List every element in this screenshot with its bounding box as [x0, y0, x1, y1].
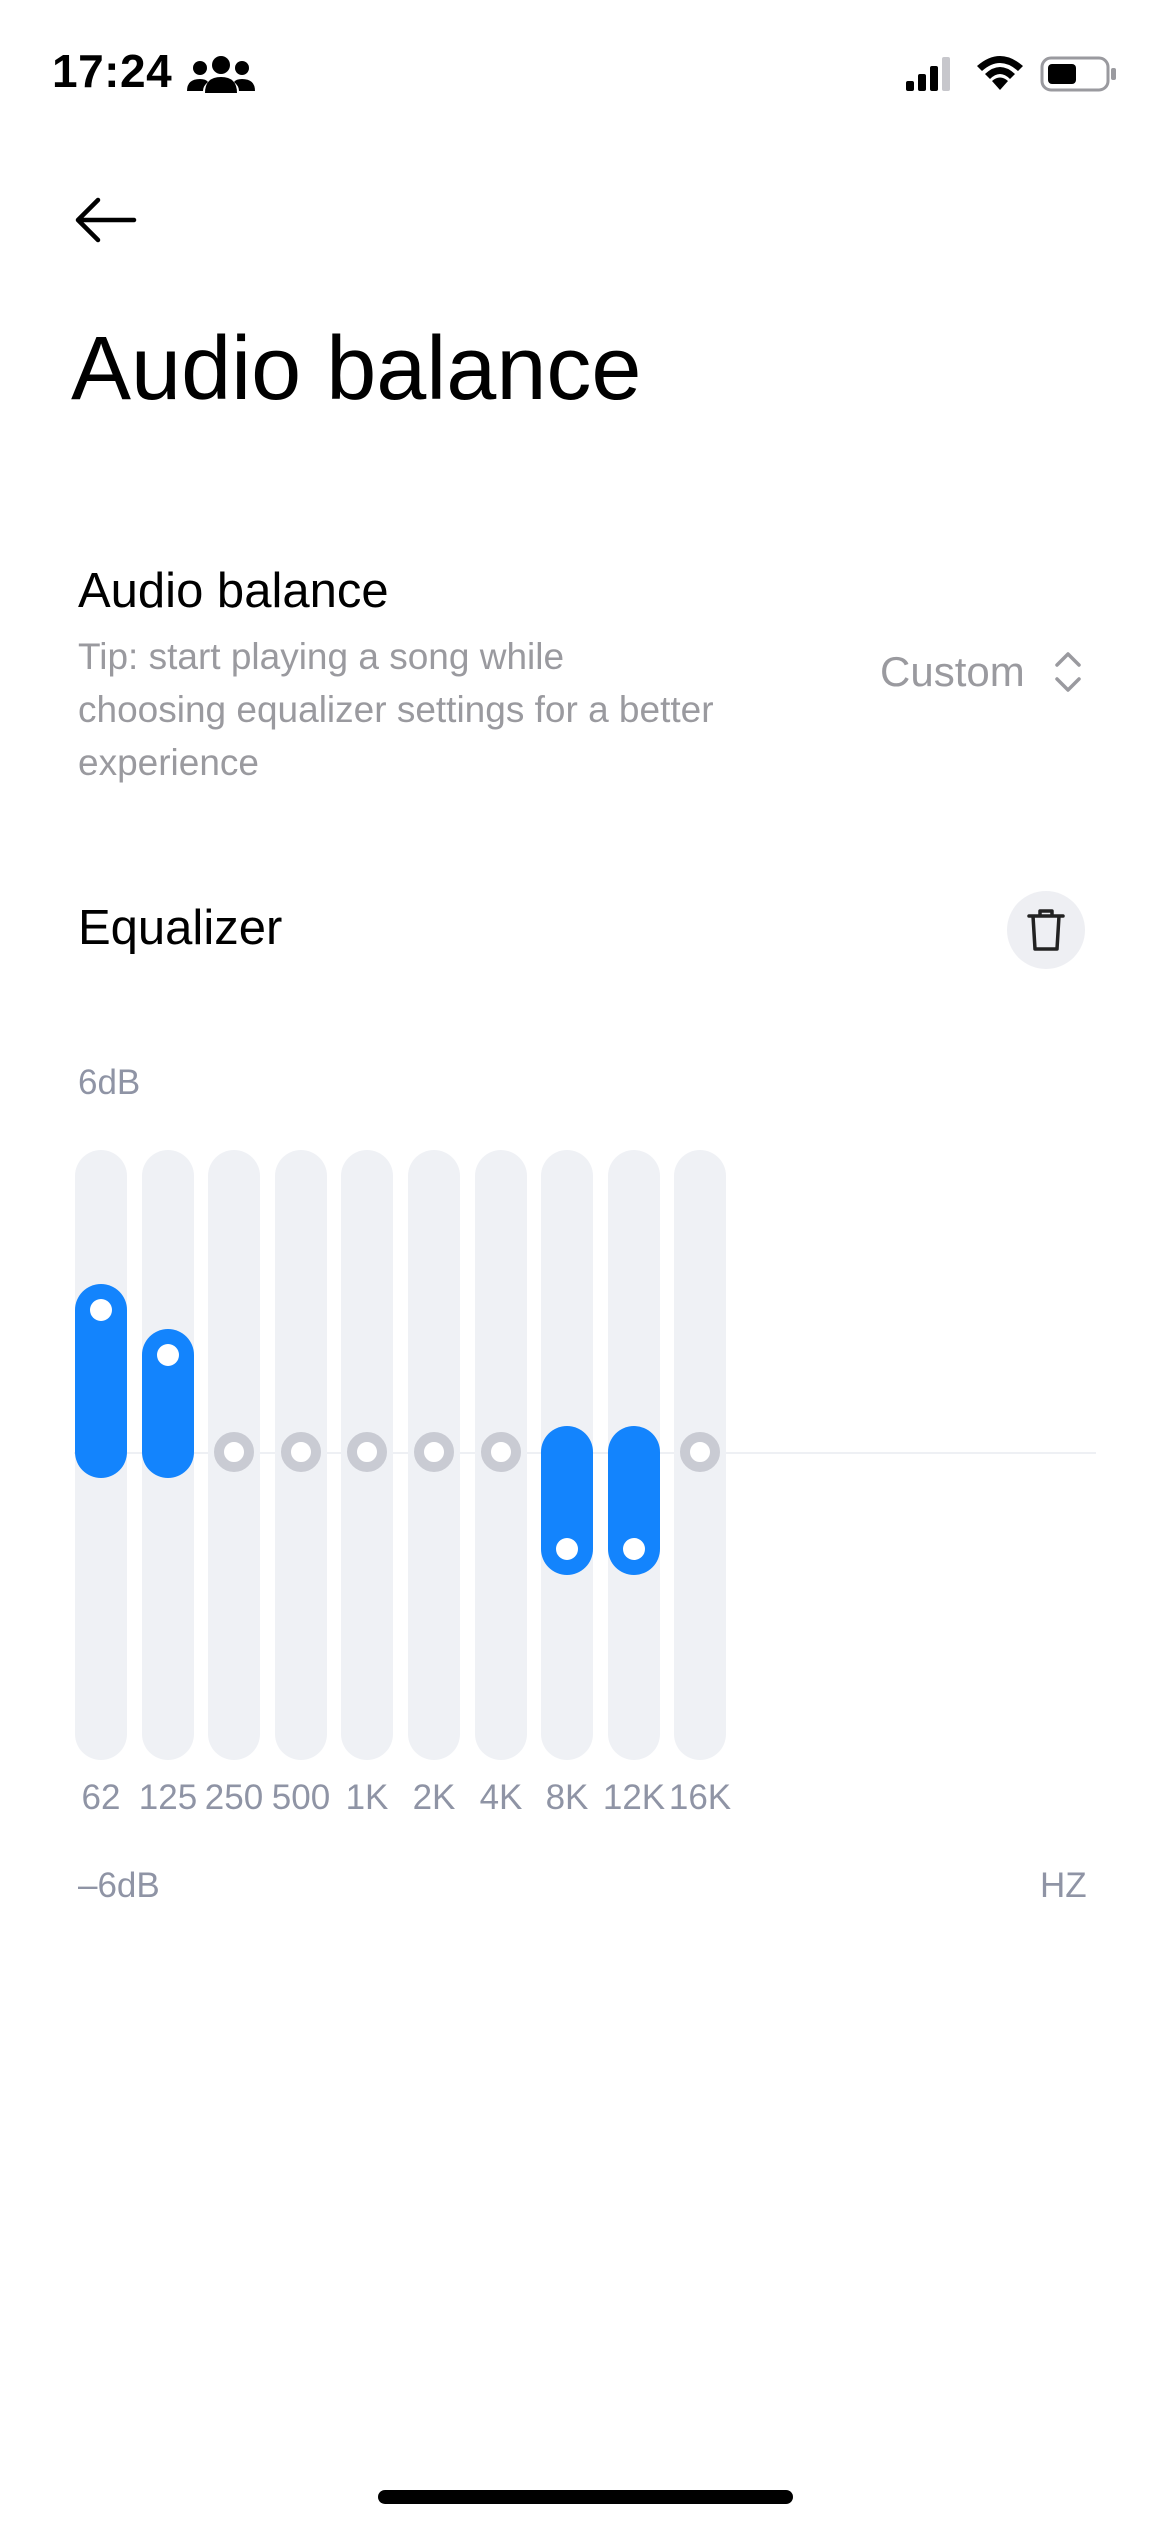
status-bar: 17:24: [0, 0, 1170, 150]
eq-band-knob[interactable]: [623, 1537, 645, 1560]
reset-equalizer-button[interactable]: [1007, 891, 1085, 969]
eq-band-label: 16K: [668, 1778, 732, 1817]
eq-band-slider[interactable]: [341, 1150, 393, 1760]
preset-select[interactable]: Custom: [880, 642, 1085, 702]
eq-band-knob[interactable]: [214, 1432, 254, 1472]
db-max-label: 6dB: [78, 1063, 141, 1102]
eq-band-knob[interactable]: [347, 1432, 387, 1472]
eq-band-slider[interactable]: [674, 1150, 726, 1760]
frequency-unit-label: HZ: [1040, 1866, 1087, 1905]
db-min-label: –6dB: [78, 1866, 160, 1905]
preset-value: Custom: [880, 648, 1025, 695]
trash-icon: [1027, 909, 1065, 951]
audio-balance-title: Audio balance: [78, 564, 389, 618]
tip-text: Tip: start playing a song while choosing…: [78, 636, 714, 783]
signal-icon: [906, 57, 950, 91]
eq-band-slider[interactable]: [541, 1150, 593, 1760]
eq-band-slider[interactable]: [75, 1150, 127, 1760]
status-time: 17:24: [52, 45, 173, 97]
eq-band-slider[interactable]: [408, 1150, 460, 1760]
eq-band-knob[interactable]: [281, 1432, 321, 1472]
eq-band-knob[interactable]: [481, 1432, 521, 1472]
eq-band-slider[interactable]: [608, 1150, 660, 1760]
arrow-left-icon: [75, 197, 137, 243]
back-button[interactable]: [70, 190, 140, 250]
eq-band-knob[interactable]: [414, 1432, 454, 1472]
eq-band-knob[interactable]: [680, 1432, 720, 1472]
eq-band-slider[interactable]: [142, 1150, 194, 1760]
home-indicator: [378, 2490, 793, 2504]
chevron-up-down-icon: [1054, 652, 1081, 692]
page-title: Audio balance: [71, 319, 642, 419]
wifi-icon: [977, 56, 1023, 90]
eq-band-slider[interactable]: [208, 1150, 260, 1760]
eq-band-knob[interactable]: [556, 1537, 578, 1560]
equalizer-bands: 62 125 250 500 1K 2K 4K 8K 12K 16K: [0, 1150, 1170, 1817]
eq-band-knob[interactable]: [90, 1298, 112, 1321]
eq-band-slider[interactable]: [275, 1150, 327, 1760]
eq-band-slider[interactable]: [475, 1150, 527, 1760]
equalizer-title: Equalizer: [78, 901, 283, 955]
people-icon: [187, 56, 255, 93]
battery-icon: [1040, 56, 1116, 92]
